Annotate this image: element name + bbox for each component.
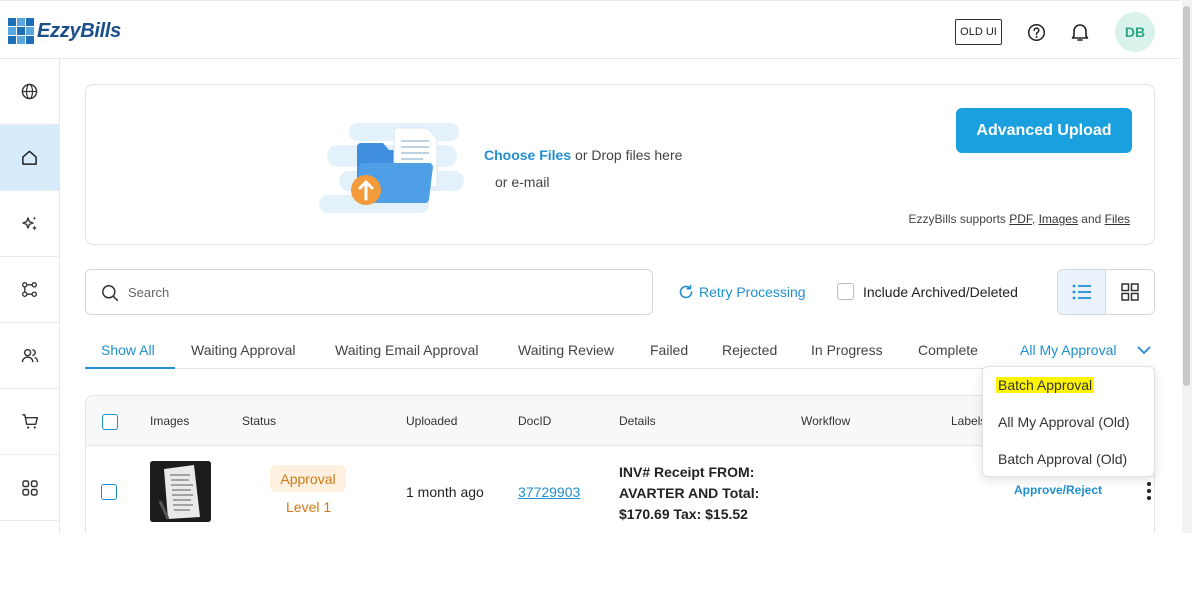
grid-view-button[interactable] [1106,270,1154,314]
approve-reject-link[interactable]: Approve/Reject [1014,483,1102,497]
column-details[interactable]: Details [619,414,656,428]
menu-item-all-my-approval-old[interactable]: All My Approval (Old) [998,414,1129,430]
column-docid[interactable]: DocID [518,414,551,428]
list-view-button[interactable] [1058,270,1107,314]
tab-waiting-approval[interactable]: Waiting Approval [191,342,296,358]
sidebar-item-home[interactable] [0,125,59,191]
sidebar-item-workflow[interactable] [0,257,59,323]
menu-item-batch-approval[interactable]: Batch Approval [996,377,1095,393]
pdf-link[interactable]: PDF [1009,212,1032,226]
receipt-thumbnail[interactable] [150,461,211,522]
uploaded-time: 1 month ago [406,484,484,500]
status-level: Level 1 [286,499,332,515]
tab-failed[interactable]: Failed [650,342,688,358]
column-workflow[interactable]: Workflow [801,414,850,428]
cart-icon [21,414,38,429]
sparkle-icon [21,216,37,230]
list-icon [1072,284,1091,300]
avatar[interactable]: DB [1115,12,1155,52]
users-icon [21,348,38,363]
choose-files-text: Choose Files or Drop files here [484,147,683,163]
upload-dropzone[interactable]: Choose Files or Drop files here or e-mai… [85,84,1155,245]
approval-dropdown-menu: Batch Approval All My Approval (Old) Bat… [982,366,1155,477]
images-link[interactable]: Images [1039,212,1078,226]
chevron-down-icon[interactable] [1137,346,1151,355]
document-details: INV# Receipt FROM: AVARTER AND Total: $1… [619,464,760,522]
old-ui-button[interactable]: OLD UI [955,19,1002,45]
sidebar-item-users[interactable] [0,323,59,389]
sidebar-item-cart[interactable] [0,389,59,455]
tab-in-progress[interactable]: In Progress [811,342,883,358]
workflow-icon [22,282,37,297]
tab-waiting-review[interactable]: Waiting Review [518,342,614,358]
logo-icon [8,18,34,44]
column-uploaded[interactable]: Uploaded [406,414,457,428]
advanced-upload-button[interactable]: Advanced Upload [956,108,1132,153]
scrollbar-thumb[interactable] [1183,6,1190,386]
files-link[interactable]: Files [1105,212,1130,226]
more-options-icon[interactable] [1146,482,1152,502]
sidebar-item-ai[interactable] [0,191,59,257]
top-bar: EzzyBills OLD UI DB [0,1,1180,59]
app-window: EzzyBills OLD UI DB Choose Files or Drop… [0,0,1180,533]
column-status[interactable]: Status [242,414,276,428]
row-checkbox[interactable] [101,484,117,500]
sidebar-item-apps[interactable] [0,455,59,521]
menu-item-batch-approval-old[interactable]: Batch Approval (Old) [998,451,1127,467]
include-archived-checkbox[interactable] [837,283,854,300]
sidebar-item-globe[interactable] [0,59,59,125]
include-archived-label: Include Archived/Deleted [863,283,1018,300]
email-text: or e-mail [495,174,550,190]
logo[interactable]: EzzyBills [8,18,121,44]
grid-icon [1121,283,1139,301]
bell-icon[interactable] [1069,21,1091,43]
choose-files-link[interactable]: Choose Files [484,147,571,163]
logo-text: EzzyBills [37,19,121,42]
help-icon[interactable] [1025,21,1047,43]
active-tab-indicator [85,367,175,369]
docid-link[interactable]: 37729903 [518,484,580,500]
status-badge: Approval [270,465,346,492]
include-archived-toggle[interactable]: Include Archived/Deleted [837,283,1018,300]
view-toggle [1057,269,1155,315]
upload-illustration-icon [319,123,464,213]
tab-show-all[interactable]: Show All [101,342,155,358]
tab-complete[interactable]: Complete [918,342,978,358]
search-icon [102,285,119,302]
search-input[interactable] [128,282,628,302]
tab-waiting-email-approval[interactable]: Waiting Email Approval [335,342,478,358]
tab-rejected[interactable]: Rejected [722,342,777,358]
retry-processing-label: Retry Processing [699,284,806,300]
tab-all-my-approval[interactable]: All My Approval [1020,342,1116,358]
select-all-checkbox[interactable] [102,414,118,430]
home-icon [22,150,37,165]
refresh-icon [679,284,693,299]
retry-processing-button[interactable]: Retry Processing [678,284,806,300]
supported-formats-text: EzzyBills supports PDF, Images and Files [908,212,1130,226]
search-box[interactable] [85,269,653,315]
status-tabs: Show All Waiting Approval Waiting Email … [85,337,1155,369]
sidebar [0,59,60,533]
globe-icon [21,83,38,100]
apps-icon [21,479,38,496]
receipt-image-icon [150,461,211,522]
column-images[interactable]: Images [150,414,189,428]
